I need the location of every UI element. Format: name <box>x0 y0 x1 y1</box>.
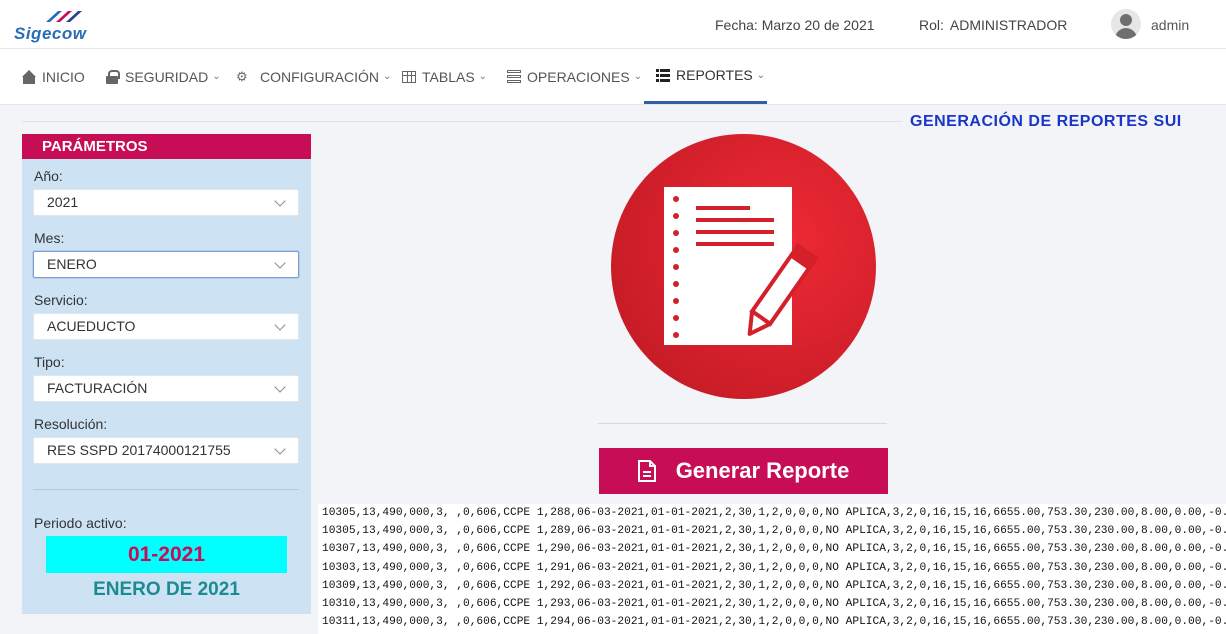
output-line: 10309,13,490,000,3, ,0,606,CCPE 1,292,06… <box>322 579 1226 592</box>
document-icon <box>637 460 656 482</box>
month-select[interactable]: ENERO <box>33 251 299 278</box>
year-select[interactable]: 2021 <box>33 189 299 216</box>
resolution-select[interactable]: RES SSPD 20174000121755 <box>33 437 299 464</box>
nav-item-label: SEGURIDAD <box>125 68 209 85</box>
table-icon <box>402 70 416 83</box>
avatar[interactable] <box>1111 9 1141 39</box>
generate-report-button[interactable]: Generar Reporte <box>599 448 888 494</box>
divider <box>33 489 299 490</box>
resolution-select-value: RES SSPD 20174000121755 <box>47 442 231 458</box>
logo-text: Sigecow <box>14 24 87 43</box>
type-select[interactable]: FACTURACIÓN <box>33 375 299 402</box>
output-line: 10307,13,490,000,3, ,0,606,CCPE 1,290,06… <box>322 543 1226 556</box>
service-label: Servicio: <box>34 292 88 308</box>
main-nav: INICIO SEGURIDAD ⌄ ⚙ CONFIGURACIÓN ⌄ TAB… <box>0 49 1226 105</box>
nav-item-label: CONFIGURACIÓN <box>260 68 379 85</box>
chevron-down-icon: ⌄ <box>756 69 766 81</box>
year-label: Año: <box>34 168 63 184</box>
generate-report-label: Generar Reporte <box>675 458 850 483</box>
chevron-down-icon: ⌄ <box>478 71 488 82</box>
month-select-value: ENERO <box>47 256 97 272</box>
params-panel: Año: 2021 Mes: ENERO Servicio: ACUEDUCTO… <box>22 159 311 614</box>
service-select-value: ACUEDUCTO <box>47 318 136 334</box>
username[interactable]: admin <box>1151 17 1189 33</box>
server-icon <box>507 69 521 84</box>
service-select[interactable]: ACUEDUCTO <box>33 313 299 340</box>
period-code: 01-2021 <box>46 536 287 573</box>
output-line: 10305,13,490,000,3, ,0,606,CCPE 1,289,06… <box>322 525 1226 538</box>
avatar-body-icon <box>1115 28 1137 39</box>
output-line: 10303,13,490,000,3, ,0,606,CCPE 1,291,06… <box>322 561 1226 574</box>
chevron-down-icon <box>274 257 286 269</box>
nav-item-label: REPORTES <box>676 67 753 83</box>
nav-item-tablas[interactable]: TABLAS ⌄ <box>402 49 487 104</box>
chevron-down-icon <box>274 381 286 393</box>
params-heading: PARÁMETROS <box>22 134 311 159</box>
date-label: Fecha: Marzo 20 de 2021 <box>715 17 875 33</box>
chevron-down-icon: ⌄ <box>212 71 221 82</box>
year-select-value: 2021 <box>47 194 79 210</box>
divider <box>598 423 887 424</box>
logo-marks-icon <box>46 11 82 22</box>
period-label: Periodo activo: <box>34 515 127 531</box>
type-label: Tipo: <box>34 354 65 370</box>
home-icon <box>22 69 36 84</box>
report-illustration <box>611 134 876 399</box>
chevron-down-icon: ⌄ <box>383 71 392 82</box>
list-icon <box>656 68 670 82</box>
avatar-head-icon <box>1120 14 1132 26</box>
period-text: ENERO DE 2021 <box>93 579 240 600</box>
role-label-prefix: Rol: <box>919 17 944 33</box>
resolution-label: Resolución: <box>34 416 108 432</box>
logo[interactable]: Sigecow <box>14 8 109 43</box>
role-value: ADMINISTRADOR <box>949 17 1068 33</box>
role-label: Rol: ADMINISTRADOR <box>919 17 1067 33</box>
nav-item-configuracion[interactable]: ⚙ CONFIGURACIÓN ⌄ <box>236 49 391 104</box>
top-header: Sigecow Fecha: Marzo 20 de 2021 Rol: ADMI… <box>0 0 1226 49</box>
page-title: GENERACIÓN DE REPORTES SUI <box>910 113 1182 130</box>
chevron-down-icon <box>274 319 286 331</box>
notepad-pencil-icon <box>664 187 819 345</box>
chevron-down-icon <box>274 195 286 207</box>
month-label: Mes: <box>34 230 65 246</box>
lock-icon <box>105 69 120 84</box>
divider <box>22 121 902 122</box>
gears-icon: ⚙ <box>236 68 248 84</box>
nav-item-reportes[interactable]: REPORTES ⌄ <box>644 49 767 104</box>
nav-item-label: OPERACIONES <box>527 68 630 85</box>
nav-item-inicio[interactable]: INICIO <box>22 49 85 104</box>
nav-item-label: INICIO <box>42 68 85 85</box>
output-line: 10310,13,490,000,3, ,0,606,CCPE 1,293,06… <box>322 598 1226 611</box>
output-line: 10305,13,490,000,3, ,0,606,CCPE 1,288,06… <box>322 507 1226 519</box>
report-output[interactable]: 10305,13,490,000,3, ,0,606,CCPE 1,288,06… <box>318 504 1226 634</box>
nav-item-seguridad[interactable]: SEGURIDAD ⌄ <box>105 49 221 104</box>
nav-item-operaciones[interactable]: OPERACIONES ⌄ <box>507 49 642 104</box>
type-select-value: FACTURACIÓN <box>47 380 148 396</box>
chevron-down-icon <box>274 443 286 455</box>
output-line: 10311,13,490,000,3, ,0,606,CCPE 1,294,06… <box>322 616 1226 629</box>
nav-item-label: TABLAS <box>422 68 475 85</box>
chevron-down-icon: ⌄ <box>633 71 643 82</box>
